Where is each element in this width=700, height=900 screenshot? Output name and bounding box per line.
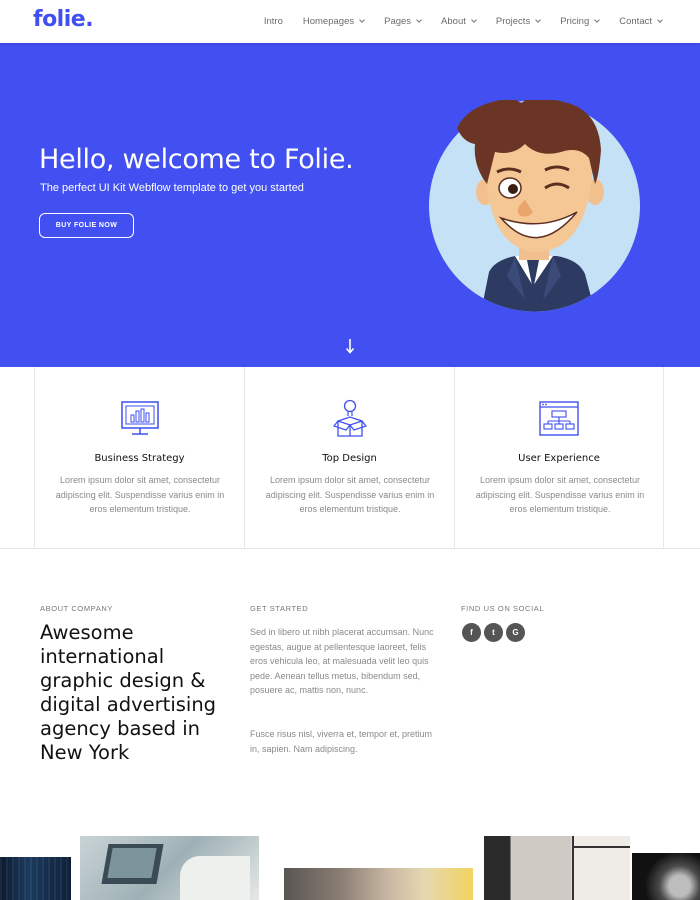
feature-title: Top Design (322, 453, 377, 464)
nav-item-label: Pages (384, 16, 412, 27)
feature-title: User Experience (518, 453, 600, 464)
get-started-paragraph: Fusce risus nisl, viverra et, tempor et,… (250, 729, 433, 754)
main-menu: Intro Homepages Pages About Projects Pri… (264, 0, 663, 43)
gallery-photo-window[interactable] (484, 836, 630, 900)
nav-item-label: Homepages (302, 16, 355, 27)
google-icon[interactable]: G (506, 623, 525, 642)
get-started-paragraph: Sed in libero ut nibh placerat accumsan.… (250, 627, 434, 696)
social-links: f t G (462, 623, 528, 642)
hero-section: Hello, welcome to Folie. The perfect UI … (0, 43, 700, 367)
chevron-down-icon (594, 17, 601, 23)
nav-item-pages[interactable]: Pages (384, 16, 422, 27)
twitter-icon[interactable]: t (484, 623, 503, 642)
buy-button[interactable]: BUY FOLIE NOW (39, 213, 134, 238)
gallery-photo-curtain[interactable] (0, 857, 71, 900)
nav-item-label: Projects (495, 16, 531, 27)
gallery-photo-portrait[interactable] (632, 853, 700, 900)
about-company-label: ABOUT COMPANY (40, 604, 113, 613)
nav-item-contact[interactable]: Contact (619, 16, 663, 27)
chevron-down-icon (535, 17, 542, 23)
feature-card-top-design: Top Design Lorem ipsum dolor sit amet, c… (244, 367, 454, 549)
nav-item-about[interactable]: About (441, 16, 477, 27)
nav-item-projects[interactable]: Projects (495, 16, 542, 27)
chart-monitor-icon (120, 401, 159, 435)
feature-description: Lorem ipsum dolor sit amet, consectetur … (265, 475, 435, 514)
chevron-down-icon (657, 17, 663, 23)
cartoon-avatar-illustration (429, 100, 640, 312)
feature-card-business-strategy: Business Strategy Lorem ipsum dolor sit … (34, 367, 244, 549)
social-label: FIND US ON SOCIAL (461, 604, 545, 613)
nav-item-label: About (441, 16, 466, 27)
get-started-label: GET STARTED (250, 604, 309, 613)
top-navigation: folie. Intro Homepages Pages About Proje… (0, 0, 700, 43)
chevron-down-icon (416, 17, 422, 23)
features-section: Business Strategy Lorem ipsum dolor sit … (0, 367, 700, 549)
lightbulb-box-icon (332, 399, 367, 437)
chevron-down-icon (471, 17, 477, 23)
nav-item-intro[interactable]: Intro (264, 16, 283, 27)
hero-subtitle: The perfect UI Kit Webflow template to g… (40, 182, 304, 194)
hero-title: Hello, welcome to Folie. (39, 144, 354, 175)
nav-item-label: Pricing (560, 16, 590, 27)
nav-item-homepages[interactable]: Homepages (302, 16, 365, 27)
nav-item-pricing[interactable]: Pricing (560, 16, 601, 27)
nav-item-label: Intro (263, 16, 283, 27)
arrow-down-icon[interactable] (345, 338, 355, 354)
sitemap-window-icon (539, 401, 579, 436)
about-heading: Awesome international graphic design & d… (40, 621, 217, 764)
feature-title: Business Strategy (94, 453, 185, 464)
facebook-icon[interactable]: f (462, 623, 481, 642)
logo[interactable]: folie. (33, 7, 94, 32)
feature-description: Lorem ipsum dolor sit amet, consectetur … (55, 475, 225, 514)
gallery-photo-laptop[interactable] (80, 836, 259, 900)
feature-description: Lorem ipsum dolor sit amet, consectetur … (475, 475, 645, 514)
feature-card-user-experience: User Experience Lorem ipsum dolor sit am… (454, 367, 664, 549)
gallery-photo-people[interactable] (284, 868, 473, 900)
nav-item-label: Contact (619, 16, 652, 27)
chevron-down-icon (359, 17, 365, 23)
